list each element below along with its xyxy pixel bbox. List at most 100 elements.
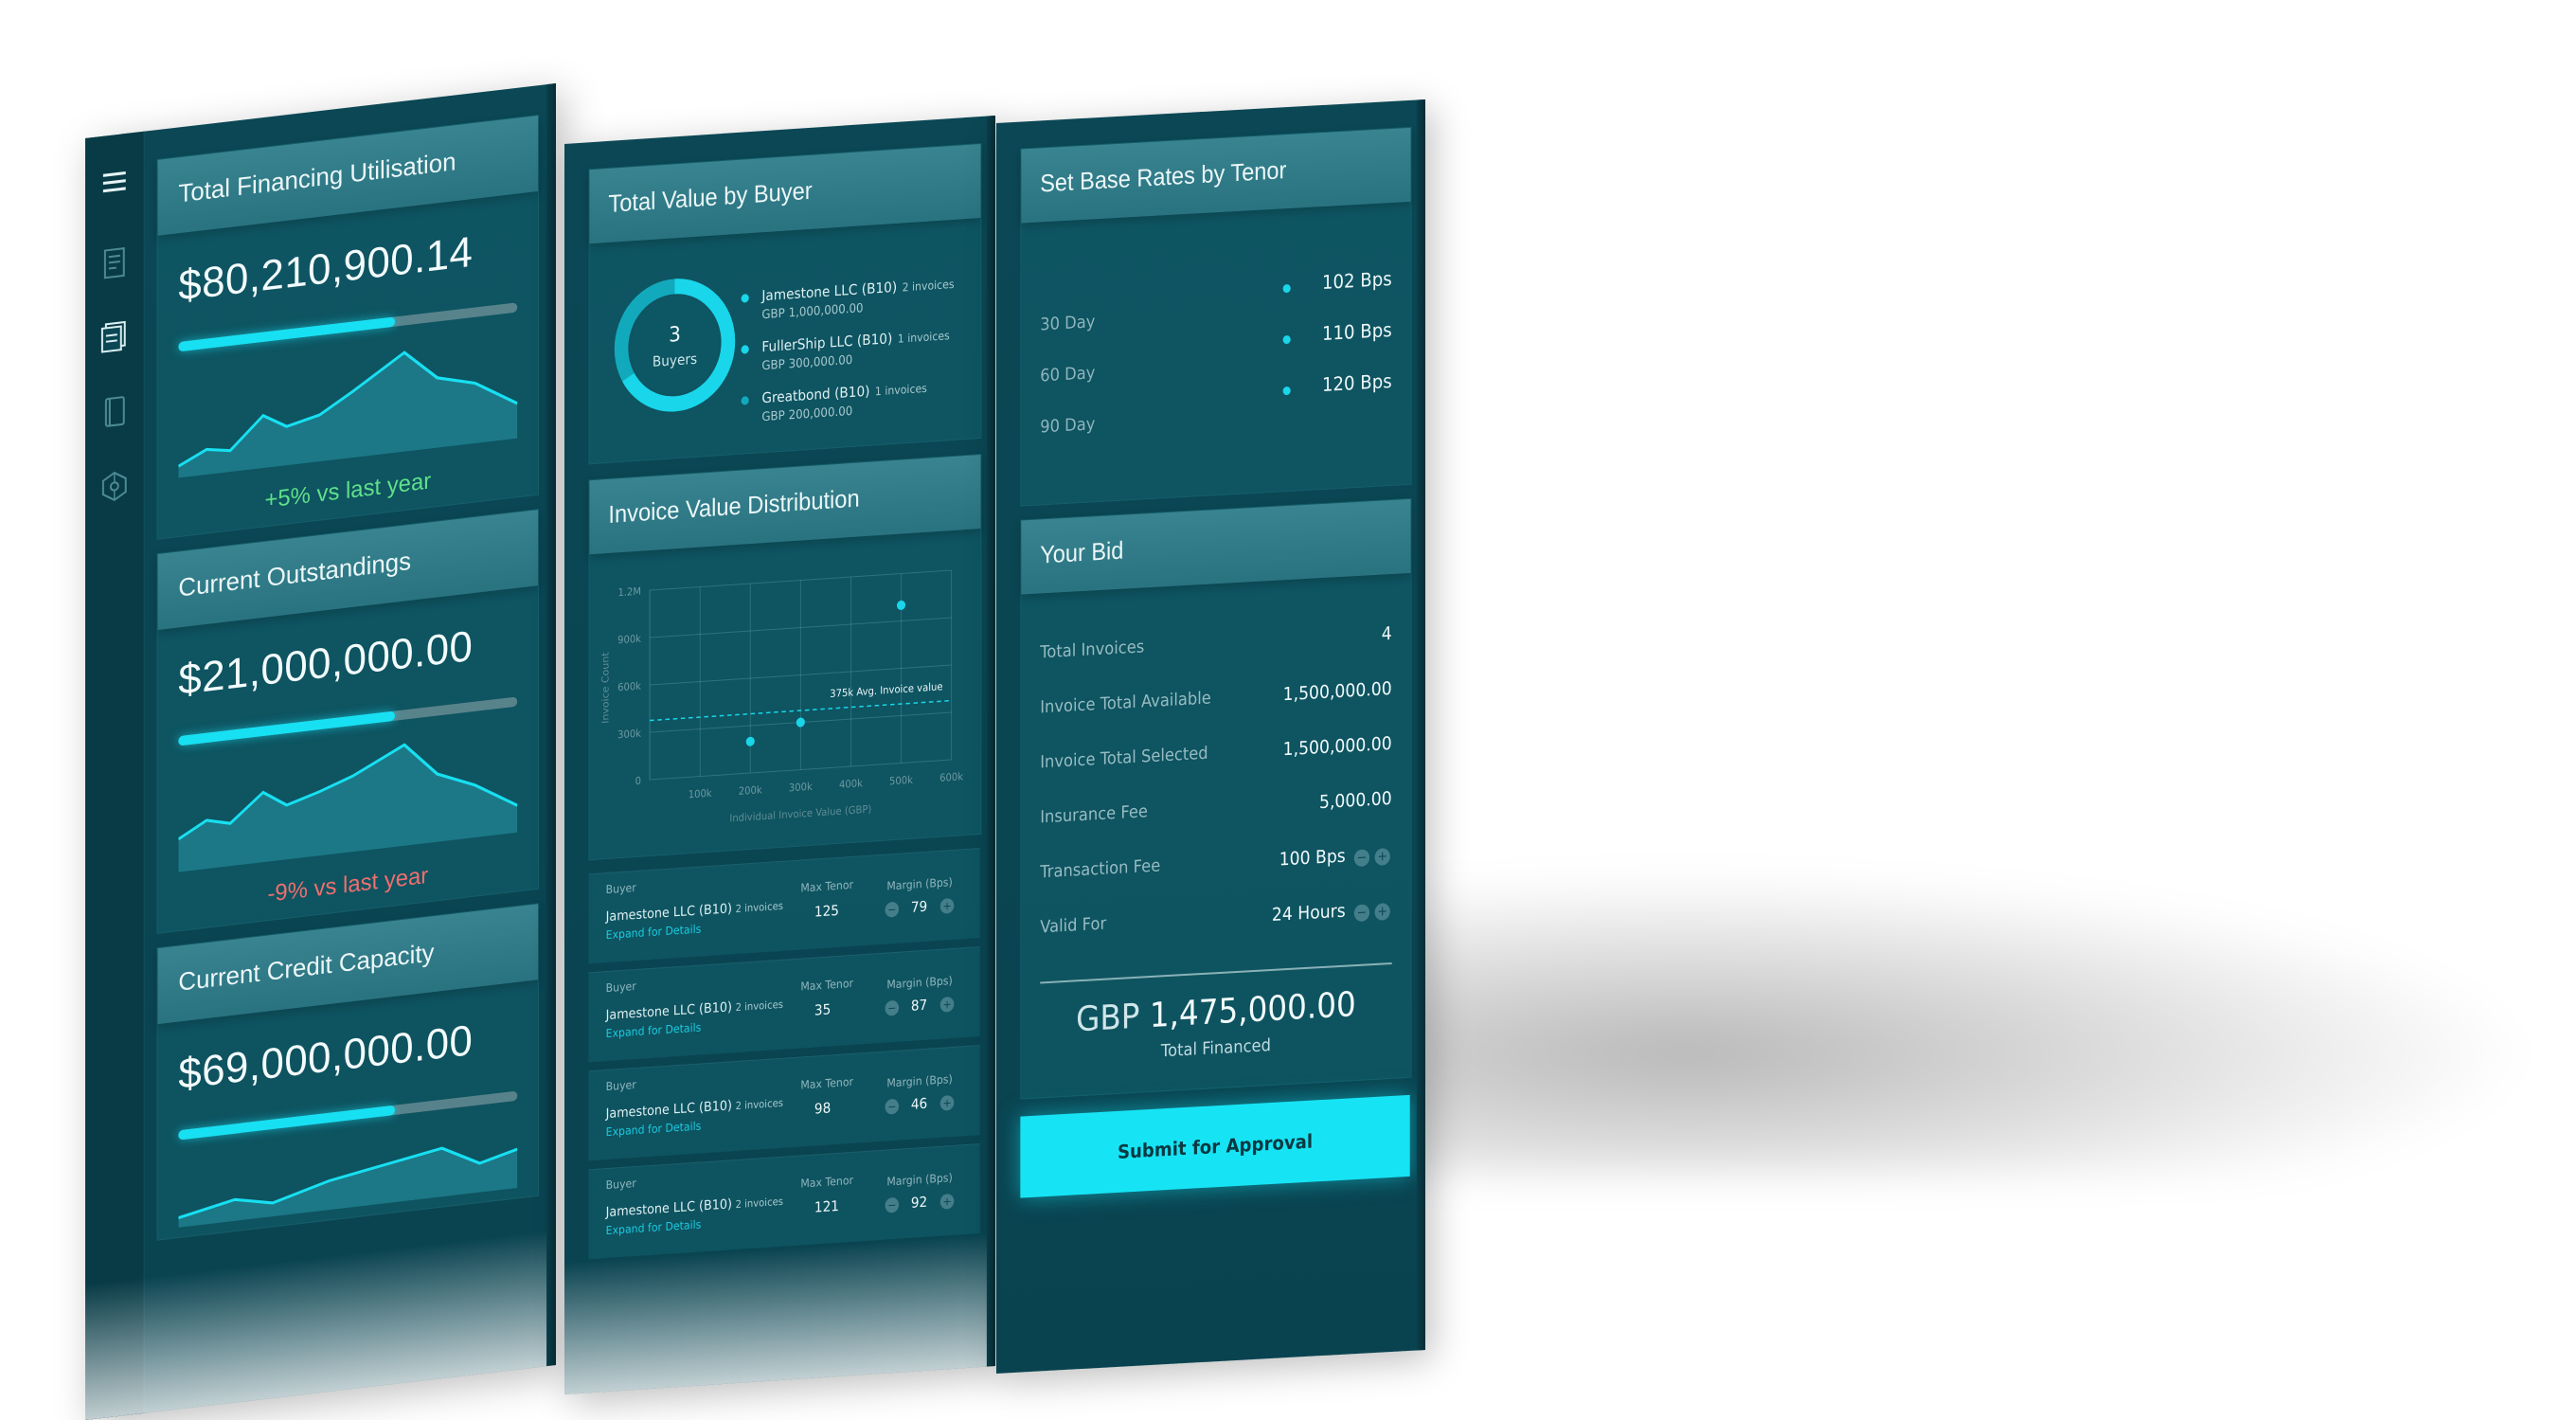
panel-edge xyxy=(546,83,556,1366)
menu-icon[interactable] xyxy=(98,168,131,205)
outstandings-card: Current Outstandings $21,000,000.00 -9% … xyxy=(157,509,540,934)
rate-value[interactable]: 102 Bps xyxy=(1322,267,1392,294)
bid-row: Total Invoices4 xyxy=(1040,623,1391,672)
utilisation-value: $80,210,900.14 xyxy=(178,228,473,312)
rate-value[interactable]: 120 Bps xyxy=(1322,369,1392,396)
outstandings-sparkline xyxy=(178,726,517,872)
buyer-label: Buyer xyxy=(606,1078,636,1093)
submit-for-approval-button[interactable]: Submit for Approval xyxy=(1020,1095,1409,1198)
decrease-margin-button[interactable]: − xyxy=(886,1000,900,1016)
buyer-label: Buyer xyxy=(606,980,636,995)
decrease-margin-button[interactable]: − xyxy=(886,1197,900,1213)
rate-value[interactable]: 110 Bps xyxy=(1322,318,1392,345)
decrease-button[interactable]: − xyxy=(1354,849,1369,867)
legend-item[interactable]: FullerShip LLC (B10)1 invoices GBP 300,0… xyxy=(761,326,949,373)
margin-label: Margin (Bps) xyxy=(886,1171,952,1189)
floor-shadow xyxy=(1402,872,2538,1175)
legend-item[interactable]: Jamestone LLC (B10)2 invoices GBP 1,000,… xyxy=(761,275,954,322)
legend-item[interactable]: Greatbond (B10)1 invoices GBP 200,000.00 xyxy=(761,379,926,425)
card-header: Set Base Rates by Tenor xyxy=(1021,128,1410,224)
utilisation-card: Total Financing Utilisation $80,210,900.… xyxy=(157,115,540,540)
buyer-name: Jamestone LLC (B10)2 invoices xyxy=(606,997,783,1023)
base-rates-card: Set Base Rates by Tenor 30 Day 102 Bps 6… xyxy=(1020,127,1411,507)
panel-edge xyxy=(1417,99,1425,1351)
buyer-invoices: 2 invoices xyxy=(736,998,783,1014)
legend-name: Greatbond (B10) xyxy=(761,383,869,407)
buyer-row[interactable]: Buyer Max Tenor Margin (Bps) Jamestone LLC … xyxy=(588,946,979,1062)
card-title: Current Credit Capacity xyxy=(178,938,434,998)
invoice-scatter-chart: 0300k600k900k1.2M100k200k300k400k500k600… xyxy=(589,540,980,850)
bid-row[interactable]: Valid For24 Hours−+ xyxy=(1040,898,1391,946)
divider xyxy=(1040,962,1391,983)
bid-value: 100 Bps xyxy=(1279,846,1346,871)
x-tick-label: 100k xyxy=(689,787,713,800)
receipt-stack-icon[interactable] xyxy=(98,317,131,354)
expand-details-link[interactable]: Expand for Details xyxy=(606,1020,702,1040)
margin-label: Margin (Bps) xyxy=(886,974,952,992)
bid-label: Total Invoices xyxy=(1040,637,1144,662)
y-tick-label: 1.2M xyxy=(617,585,641,599)
bid-label: Invoice Total Available xyxy=(1040,688,1211,717)
increase-button[interactable]: + xyxy=(1375,903,1390,921)
card-header: Total Financing Utilisation xyxy=(158,116,539,236)
buyer-label: Buyer xyxy=(606,881,636,896)
legend-dot xyxy=(742,294,749,303)
card-title: Total Value by Buyer xyxy=(608,176,812,219)
expand-details-link[interactable]: Expand for Details xyxy=(606,922,702,942)
decrease-margin-button[interactable]: − xyxy=(886,1099,900,1115)
buyer-name-text: Jamestone LLC (B10) xyxy=(606,999,732,1023)
buyer-row[interactable]: Buyer Max Tenor Margin (Bps) Jamestone LLC … xyxy=(588,848,979,963)
increase-margin-button[interactable]: + xyxy=(940,898,955,914)
increase-margin-button[interactable]: + xyxy=(940,1194,955,1210)
rate-dot xyxy=(1283,335,1291,344)
card-title: Invoice Value Distribution xyxy=(608,483,859,529)
buyer-row[interactable]: BuyerMax TenorMargin (Bps)Jamestone LLC … xyxy=(588,1143,979,1259)
expand-details-link[interactable]: Expand for Details xyxy=(606,1217,702,1237)
rate-dot xyxy=(1283,284,1291,293)
bid-row: Insurance Fee5,000.00 xyxy=(1040,788,1391,836)
margin-value[interactable]: 87 xyxy=(911,997,927,1015)
bid-label: Invoice Total Selected xyxy=(1040,744,1208,773)
invoice-distribution-card: Invoice Value Distribution 0300k600k900k… xyxy=(588,454,981,860)
margin-label: Margin (Bps) xyxy=(886,875,952,893)
margin-value[interactable]: 79 xyxy=(911,898,927,916)
margin-value[interactable]: 92 xyxy=(911,1194,927,1212)
card-title: Current Outstandings xyxy=(178,546,411,602)
bid-value: 5,000.00 xyxy=(1319,788,1392,813)
max-tenor-label: Max Tenor xyxy=(800,878,853,895)
buyer-rows: BuyerMax TenorMargin (Bps)Jamestone LLC … xyxy=(564,116,995,144)
bid-row: Invoice Total Selected1,500,000.00 xyxy=(1040,733,1391,782)
rate-row-90[interactable]: 90 Day 120 Bps xyxy=(1040,375,1391,433)
increase-button[interactable]: + xyxy=(1375,848,1390,866)
card-header: Invoice Value Distribution xyxy=(589,455,980,554)
financing-overview-panel: Total Financing Utilisation $80,210,900.… xyxy=(85,83,556,1420)
bid-label: Transaction Fee xyxy=(1040,855,1160,882)
utilisation-sparkline xyxy=(178,332,517,478)
legend-dot xyxy=(742,396,749,405)
max-tenor-label: Max Tenor xyxy=(800,977,853,994)
document-icon[interactable] xyxy=(98,244,131,281)
bottom-fade xyxy=(564,1233,995,1394)
buyer-row[interactable]: Buyer Max Tenor Margin (Bps) Jamestone LLC … xyxy=(588,1045,979,1160)
rate-dot xyxy=(1283,386,1291,395)
notebook-icon[interactable] xyxy=(98,393,131,430)
scatter-point xyxy=(746,736,755,746)
margin-value[interactable]: 46 xyxy=(911,1095,927,1113)
bid-row[interactable]: Transaction Fee 100 Bps−+ xyxy=(1040,843,1391,891)
x-tick-label: 300k xyxy=(789,781,814,794)
increase-margin-button[interactable]: + xyxy=(940,997,955,1013)
buyer-name: Jamestone LLC (B10)2 invoices xyxy=(606,1095,783,1122)
expand-details-link[interactable]: Expand for Details xyxy=(606,1119,702,1139)
margin-label: Margin (Bps) xyxy=(886,1072,952,1090)
decrease-button[interactable]: − xyxy=(1354,904,1369,922)
max-tenor-label: Max Tenor xyxy=(800,1075,853,1092)
buyer-invoices: 2 invoices xyxy=(736,1195,783,1211)
x-tick-label: 600k xyxy=(939,771,964,784)
decrease-margin-button[interactable]: − xyxy=(886,902,900,918)
legend-invoices: 2 invoices xyxy=(903,278,955,295)
rate-label: 90 Day xyxy=(1040,414,1095,437)
buyer-name: Jamestone LLC (B10)2 invoices xyxy=(606,898,783,925)
network-icon[interactable] xyxy=(98,468,131,505)
increase-margin-button[interactable]: + xyxy=(940,1095,955,1111)
value-by-buyer-card: Total Value by Buyer 3 Buyers Jamestone … xyxy=(588,143,981,464)
